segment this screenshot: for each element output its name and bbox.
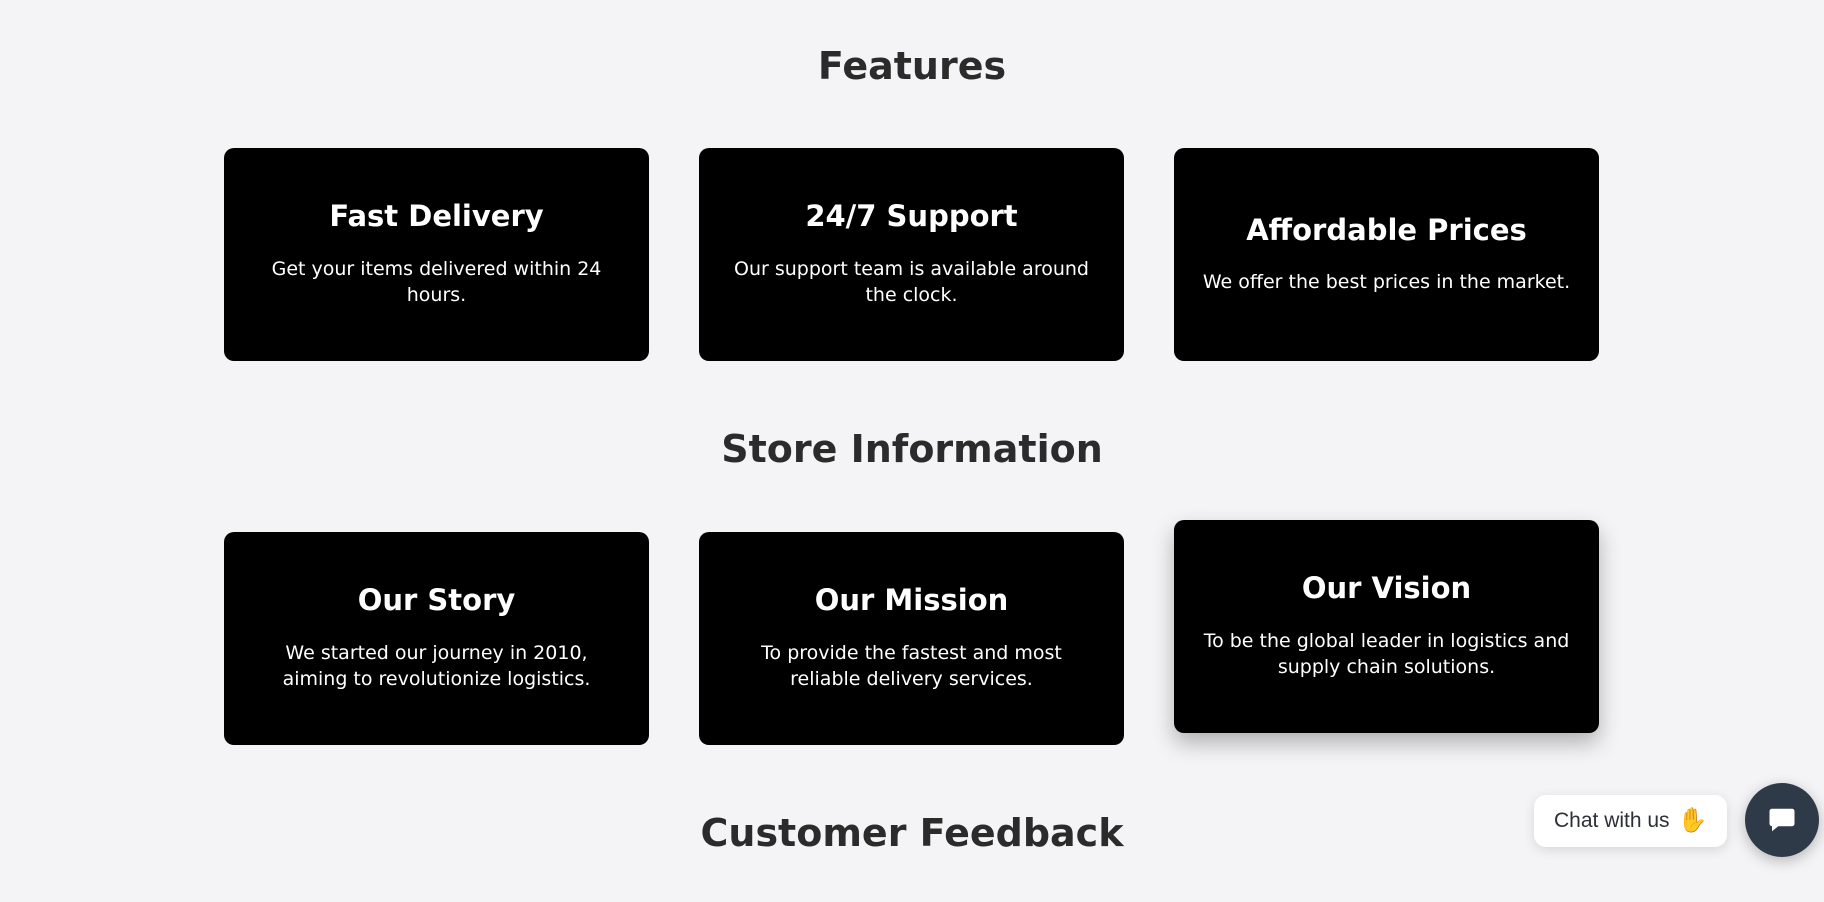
info-card-our-mission: Our Mission To provide the fastest and m… [699,532,1124,745]
feature-card-title: Affordable Prices [1246,212,1527,247]
waving-hand-icon: ✋ [1677,807,1708,834]
info-card-our-story: Our Story We started our journey in 2010… [224,532,649,745]
info-card-text: To provide the fastest and most reliable… [761,641,1062,691]
features-heading: Features [817,44,1007,88]
chat-bubble-icon [1769,808,1795,832]
feature-card-support: 24/7 Support Our support team is availab… [699,148,1124,361]
feature-card-text: Our support team is available around the… [734,257,1089,307]
info-card-title: Our Story [357,583,516,618]
info-card-text: To be the global leader in logistics and… [1203,629,1570,679]
feature-card-title: 24/7 Support [805,199,1018,234]
chat-open-button[interactable] [1745,783,1819,857]
feature-card-fast-delivery: Fast Delivery Get your items delivered w… [224,148,649,361]
feature-card-affordable-prices: Affordable Prices We offer the best pric… [1174,148,1599,361]
info-card-text: We started our journey in 2010, aiming t… [282,641,591,691]
feature-card-text: We offer the best prices in the market. [1202,270,1571,293]
feature-card-title: Fast Delivery [329,199,544,234]
info-card-our-vision: Our Vision To be the global leader in lo… [1174,520,1599,733]
info-card-title: Our Vision [1301,571,1472,606]
chat-with-us-label: Chat with us [1554,809,1670,832]
info-card-title: Our Mission [814,583,1009,618]
store-information-heading: Store Information [721,427,1103,471]
feature-card-text: Get your items delivered within 24 hours… [271,257,602,307]
chat-with-us-bubble[interactable]: Chat with us ✋ [1534,795,1728,847]
